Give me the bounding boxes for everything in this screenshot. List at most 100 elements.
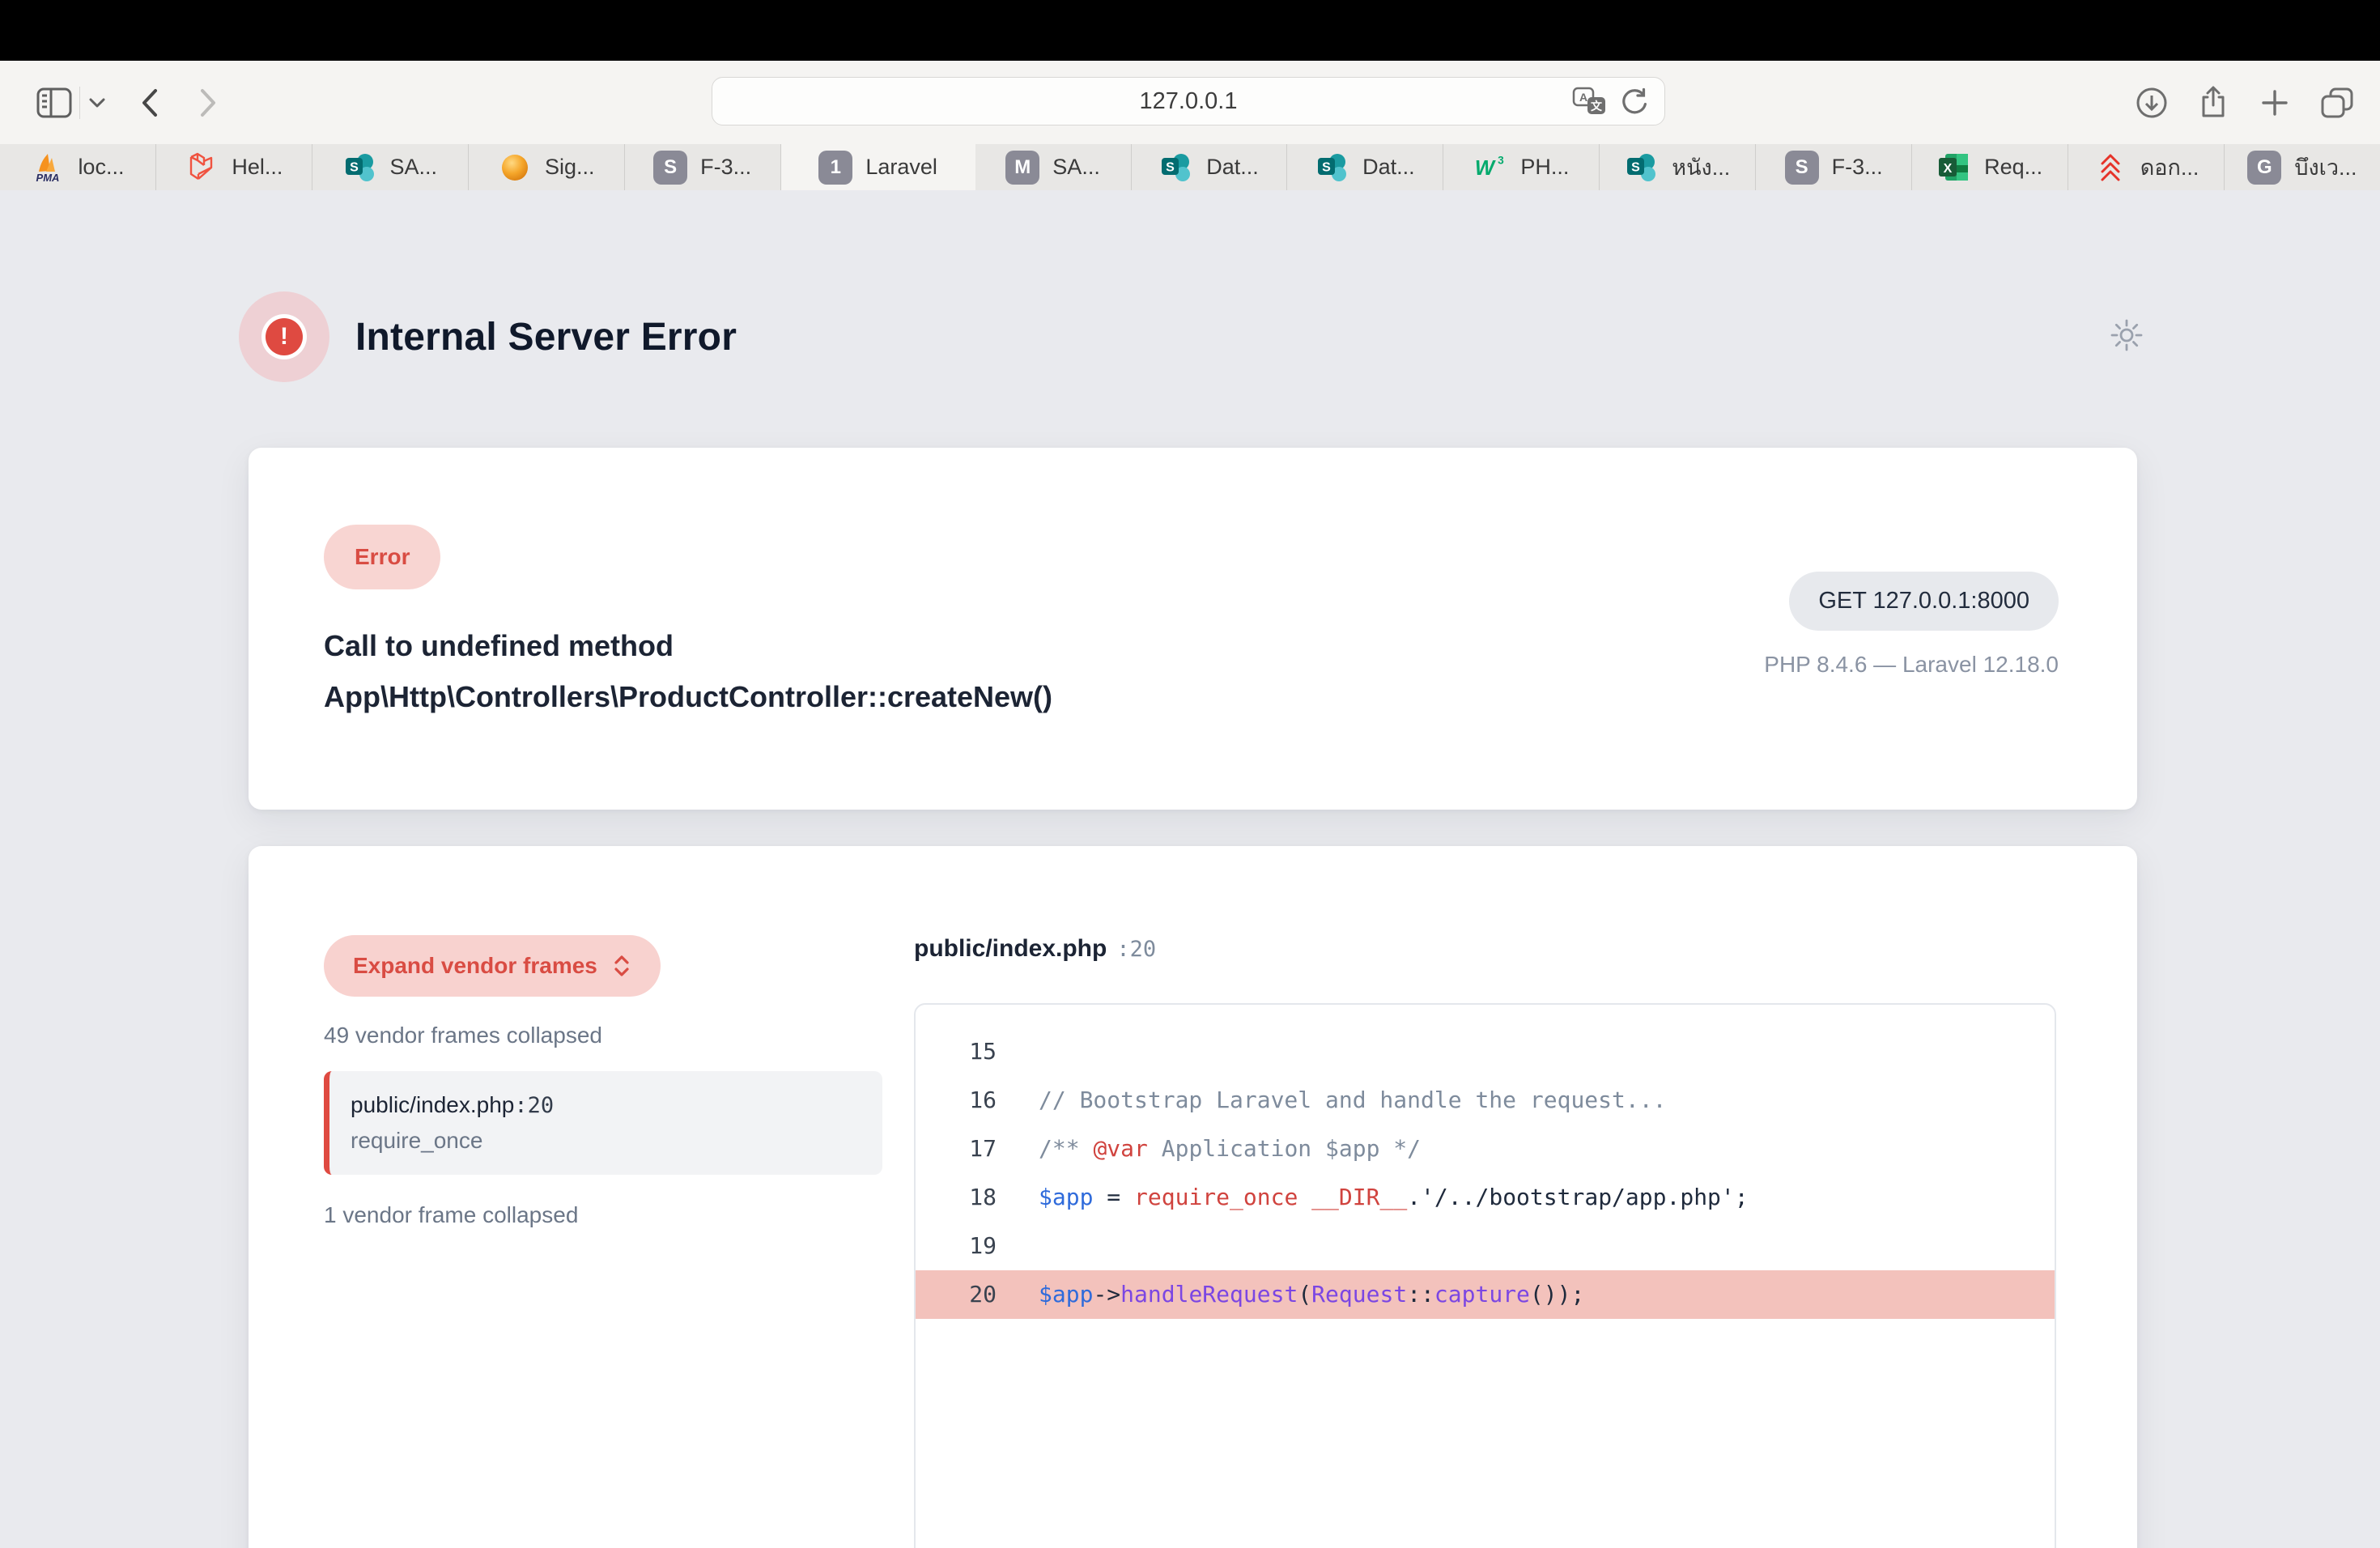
frame-line-number: :20 — [514, 1093, 554, 1118]
frames-column: Expand vendor frames 49 vendor frames co… — [249, 935, 914, 1228]
tab-label: หนัง... — [1672, 150, 1730, 185]
browser-tab[interactable]: SDat... — [1132, 144, 1288, 190]
browser-tab[interactable]: W3 PH... — [1443, 144, 1600, 190]
browser-tab[interactable]: Hel... — [156, 144, 312, 190]
tab-label: loc... — [78, 155, 124, 180]
browser-tab[interactable]: Sig... — [469, 144, 625, 190]
sharepoint-icon: S — [1625, 151, 1659, 185]
code-line: 19 — [916, 1222, 2055, 1270]
line-number: 15 — [916, 1027, 997, 1076]
line-number: 17 — [916, 1125, 997, 1173]
svg-text:PMA: PMA — [36, 172, 60, 184]
page-title: Internal Server Error — [355, 315, 737, 359]
w3schools-icon: W3 — [1473, 151, 1507, 185]
expand-vendor-frames-button[interactable]: Expand vendor frames — [324, 935, 661, 997]
back-icon[interactable] — [138, 87, 162, 119]
page-header: ! Internal Server Error — [239, 291, 2146, 382]
code-file-name: public/index.php — [914, 935, 1107, 963]
error-message: Call to undefined method App\Http\Contro… — [324, 620, 1052, 722]
tab-label: PH... — [1520, 155, 1569, 180]
error-summary-left: Error Call to undefined method App\Http\… — [324, 525, 1052, 810]
letter-badge-icon: 1 — [818, 151, 852, 185]
svg-text:X: X — [1944, 162, 1953, 176]
code-column: public/index.php :20 1516 // Bootstrap La… — [914, 935, 2137, 1548]
exclamation-circle-icon: ! — [266, 318, 303, 355]
chevron-up-down-icon — [612, 953, 631, 979]
tab-label: บึงเว... — [2294, 150, 2357, 185]
browser-tab[interactable]: SF-3... — [625, 144, 781, 190]
browser-tab[interactable]: PMA loc... — [0, 144, 156, 190]
tab-overview-icon[interactable] — [2318, 85, 2356, 121]
address-bar[interactable]: 127.0.0.1 A 文 — [712, 77, 1665, 125]
downloads-icon[interactable] — [2134, 85, 2170, 121]
runtime-versions: PHP 8.4.6 — Laravel 12.18.0 — [1764, 652, 2059, 678]
error-message-line1: Call to undefined method — [324, 620, 1052, 671]
sharepoint-icon: S — [1159, 151, 1193, 185]
phpmyadmin-icon: PMA — [31, 151, 65, 185]
sidebar-icon[interactable] — [36, 86, 73, 120]
tab-label: Sig... — [545, 155, 595, 180]
code-header: public/index.php :20 — [914, 935, 2056, 963]
browser-tab[interactable]: S หนัง... — [1600, 144, 1756, 190]
tab-label: Hel... — [232, 155, 283, 180]
error-summary-card: Error Call to undefined method App\Http\… — [249, 448, 2137, 810]
stack-trace-card: Expand vendor frames 49 vendor frames co… — [249, 846, 2137, 1548]
code-source: // Bootstrap Laravel and handle the requ… — [1039, 1076, 1666, 1125]
sharepoint-icon: S — [1315, 151, 1349, 185]
browser-tab[interactable]: SF-3... — [1756, 144, 1912, 190]
code-line: 17 /** @var Application $app */ — [916, 1125, 2055, 1173]
svg-text:S: S — [1166, 160, 1175, 174]
request-info: GET 127.0.0.1:8000 PHP 8.4.6 — Laravel 1… — [1764, 525, 2059, 810]
tab-label: SA... — [390, 155, 438, 180]
error-type-badge: Error — [324, 525, 440, 589]
code-line-ref: :20 — [1116, 937, 1156, 962]
url-text: 127.0.0.1 — [1140, 88, 1238, 115]
code-line: 18 $app = require_once __DIR__.'/../boots… — [916, 1173, 2055, 1222]
letter-badge-icon: M — [1005, 151, 1039, 185]
frame-file: public/index.php:20 — [351, 1092, 866, 1118]
red-chevrons-icon — [2093, 151, 2127, 185]
tab-label: SA... — [1052, 155, 1100, 180]
share-icon[interactable] — [2195, 85, 2231, 121]
chevron-down-icon[interactable] — [87, 96, 107, 109]
tab-label: Dat... — [1362, 155, 1415, 180]
svg-text:W: W — [1475, 157, 1496, 180]
tab-label: F-3... — [700, 155, 751, 180]
stack-frame-item[interactable]: public/index.php:20 require_once — [324, 1071, 882, 1175]
line-number: 20 — [916, 1270, 997, 1319]
code-source: $app = require_once __DIR__.'/../bootstr… — [1039, 1173, 1749, 1222]
toolbar-divider — [79, 87, 80, 119]
forward-icon[interactable] — [196, 87, 220, 119]
translate-icon[interactable]: A 文 — [1572, 85, 1608, 117]
macos-menubar — [0, 0, 2380, 61]
svg-text:A: A — [1579, 91, 1587, 104]
tab-label: Req... — [1984, 155, 2042, 180]
theme-toggle-sun-icon[interactable] — [2107, 316, 2146, 359]
request-method-badge: GET 127.0.0.1:8000 — [1789, 572, 2059, 631]
code-viewer: 1516 // Bootstrap Laravel and handle the … — [914, 1003, 2056, 1548]
tab-label: F-3... — [1832, 155, 1883, 180]
browser-tab[interactable]: Gบึงเว... — [2225, 144, 2380, 190]
browser-tab[interactable]: M SA... — [975, 144, 1132, 190]
reload-icon[interactable] — [1619, 86, 1650, 117]
line-number: 18 — [916, 1173, 997, 1222]
browser-tab[interactable]: X Req... — [1912, 144, 2068, 190]
code-line-highlighted: 20$app->handleRequest(Request::capture()… — [916, 1270, 2055, 1319]
svg-text:文: 文 — [1591, 100, 1603, 113]
frame-method: require_once — [351, 1128, 866, 1154]
code-source: /** @var Application $app */ — [1039, 1125, 1421, 1173]
excel-icon: X — [1937, 151, 1971, 185]
browser-tab[interactable]: ดอก... — [2068, 144, 2225, 190]
browser-tab[interactable]: S Dat... — [1287, 144, 1443, 190]
vendor-frames-collapsed-top: 49 vendor frames collapsed — [324, 1023, 882, 1048]
sharepoint-icon: S — [343, 151, 377, 185]
new-tab-icon[interactable] — [2257, 85, 2293, 121]
error-message-line2: App\Http\Controllers\ProductController::… — [324, 671, 1052, 722]
browser-tab[interactable]: S SA... — [312, 144, 469, 190]
line-number: 16 — [916, 1076, 997, 1125]
expand-vendor-frames-label: Expand vendor frames — [353, 953, 597, 979]
svg-text:S: S — [1631, 160, 1640, 174]
line-number: 19 — [916, 1222, 997, 1270]
svg-text:3: 3 — [1498, 154, 1504, 166]
browser-tab-active[interactable]: 1Laravel — [781, 144, 975, 190]
